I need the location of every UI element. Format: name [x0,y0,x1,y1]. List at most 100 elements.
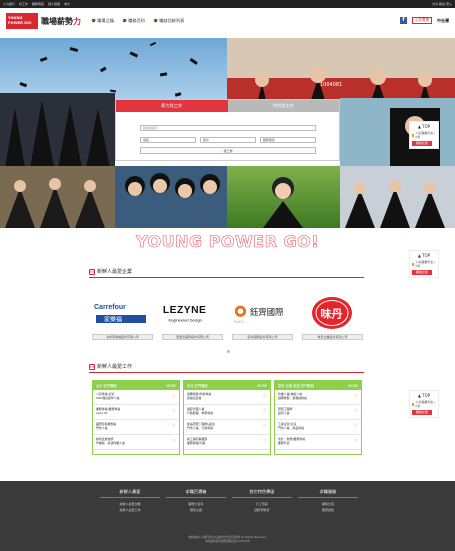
footer-link[interactable]: 國際博覽會 [232,507,292,513]
job-row[interactable]: 國際貿易業務員 門市人員 ☆ [93,420,179,435]
row-label: 人氣職業列表 | 0筆 [415,260,436,268]
job-title: 門市人員、行政專員 [187,426,214,430]
svg-text:鈺齊國際: 鈺齊國際 [250,307,284,317]
star-icon[interactable]: ☆ [172,392,176,402]
facebook-icon[interactable]: f [400,17,407,24]
more-link[interactable]: MORE [348,384,358,388]
job-title: 門市人員、產品專員 [278,426,305,430]
search-button[interactable]: 找工作 [140,147,316,154]
popular-jobs-row[interactable]: 人氣職業列表 | 0筆 [412,131,436,139]
top-link[interactable]: 人力銀行 [3,2,15,6]
footer-link[interactable]: 職場之鑰 [166,507,226,513]
star-icon[interactable]: ☆ [172,407,176,417]
star-icon[interactable]: ☆ [354,392,358,402]
compare-button[interactable]: 職缺比較 [412,141,432,146]
star-icon[interactable]: ☆ [263,422,267,432]
company-button[interactable]: 味丹企業股份有限公司 [302,334,363,340]
nav-label: 職缺比較列表 [159,18,185,23]
job-row[interactable]: 產品研發工程師(品質) 門市人員、行政專員 ☆ [184,420,270,435]
more-link[interactable]: MORE [257,384,267,388]
job-row[interactable]: 員工福利事業部 業務助理/行銷 ☆ [184,435,270,450]
site-title-main: 職場薪勢 [41,16,73,26]
footer-column: 求職服務 職缺比較 履歷健檢 [298,489,358,513]
back-to-top-button[interactable]: ▲ TOP [412,124,436,129]
job-row[interactable]: 研發工程師 品管人員 ☆ [275,405,361,420]
top-link[interactable]: 徵人啟事 [48,2,60,6]
footer-column: 求職百寶箱 職務大百科 職場之鑰 [166,489,226,513]
gown-tag: 1004081 [320,82,342,88]
top-label: TOP [422,124,431,129]
tab-special-jobs[interactable]: 特別找工作 [227,100,339,112]
svg-text:Tophill Co.: Tophill Co. [234,321,245,323]
copyright-line: 本站建議使用瀏覽器解析度1024x768 [205,540,250,543]
job-row[interactable]: 業務專員/業務專員 Lead 02 ☆ [93,405,179,420]
footer-link[interactable]: 履歷健檢 [298,507,358,513]
star-icon[interactable]: ☆ [354,422,358,432]
star-icon[interactable]: ☆ [354,437,358,447]
company-button[interactable]: 里奧德國際股份有限公司 [162,334,223,340]
back-to-top-button[interactable]: ▲ TOP [412,393,436,398]
site-title: 職場薪勢力 [41,16,81,27]
section-title-text: 新鮮人最愛企業 [97,269,133,275]
compare-button[interactable]: 職缺比較 [412,410,432,415]
job-row[interactable]: 會計、財務/業務專員 業務代表 ☆ [275,435,361,450]
tab-search-jobs[interactable]: 薪力找工作 [116,100,228,112]
star-icon[interactable]: ☆ [263,407,267,417]
svg-text:味丹: 味丹 [321,307,343,321]
footer-heading: 其它特色專區 [232,489,292,498]
top-label: TOP [422,253,431,258]
company-logo-tophill[interactable]: 鈺齊國際 Tophill Co. [232,295,292,333]
job-row[interactable]: 工廠主管/主任 門市人員、產品專員 ☆ [275,420,361,435]
region-select[interactable]: 地區 [140,137,196,143]
job-row[interactable]: 儲備幹部/外勤專員 倉儲出貨員 ☆ [184,390,270,405]
company-button[interactable]: 法商家樂福股份有限公司 [92,334,153,340]
site-header: YOUNG POWER GO! 職場薪勢力 🎓職場之鑰 🎓職務百科 🎓職缺比較列… [0,8,455,34]
more-link[interactable]: MORE [166,384,176,388]
job-row[interactable]: 人資專員/主管 CNC機台操作人員 ☆ [93,390,179,405]
nav-item-encyclopedia[interactable]: 🎓職務百科 [122,18,145,24]
compare-button[interactable]: 職缺比較 [412,270,432,275]
job-title: 業務助理/行銷 [187,441,206,445]
carousel-dot[interactable] [227,350,230,353]
search-tabs: 薪力找工作 特別找工作 [116,100,339,112]
top-link[interactable]: 好工作 [19,2,28,6]
category-select[interactable]: 職務類別 [260,137,316,143]
back-to-top-button[interactable]: ▲ TOP [412,253,436,258]
companies-section-title: HI 新鮮人最愛企業 [89,268,132,275]
popular-jobs-row[interactable]: 人氣職業列表 | 0筆 [412,260,436,268]
nav-item-keys[interactable]: 🎓職場之鑰 [91,18,114,24]
section-divider [89,372,364,373]
company-logo-carrefour[interactable]: Carrefour 家樂福 [92,295,152,333]
top-right-links[interactable]: 分享 歡迎 登入 [432,2,452,6]
copyright: 本網站由人力銀行與公共電視中台灣共同製作 All Rights Reserved… [0,536,455,544]
salary-select[interactable]: 薪水 [200,137,256,143]
site-footer: 新鮮人最愛 新鮮人最愛企業 新鮮人最愛工作 求職百寶箱 職務大百科 職場之鑰 其… [0,481,455,551]
star-icon[interactable]: ☆ [172,437,176,447]
top-link[interactable]: 求才 [64,2,70,6]
svg-text:家樂福: 家樂福 [104,316,122,324]
company-logo-lezyne[interactable]: LEZYNE Engineered Design [161,295,221,333]
logo[interactable]: YOUNG POWER GO! [6,13,38,29]
star-icon[interactable]: ☆ [263,437,267,447]
job-row[interactable]: 儲存管理人員 行政助理、財務專員 ☆ [184,405,270,420]
company-button[interactable]: 鈺齊國際股份有限公司 [232,334,293,340]
job-row[interactable]: 線材生產技師 作業員、倉儲作業人員 ☆ [93,435,179,450]
nav-item-compare[interactable]: 🎓職缺比較列表 [153,18,184,24]
tv-badge[interactable]: 公共電視 [412,17,432,24]
job-column-title: 彰化·熱門職缺 [187,384,208,388]
main-nav: 🎓職場之鑰 🎓職務百科 🎓職缺比較列表 [91,18,184,24]
star-icon[interactable]: ☆ [172,422,176,432]
logo-line2: POWER GO! [8,21,32,25]
job-row[interactable]: 作業人員/技術人員 儲備幹部、製程技術員 ☆ [275,390,361,405]
footer-link[interactable]: 新鮮人最愛工作 [100,507,160,513]
star-icon[interactable]: ☆ [263,392,267,402]
graduation-cap-icon: 🎓 [91,18,97,23]
popular-jobs-row[interactable]: 人氣職業列表 | 0筆 [412,400,436,408]
top-links: 人力銀行 好工作 職務專區 徵人啟事 求才 [3,2,70,6]
top-link[interactable]: 職務專區 [32,2,44,6]
star-icon[interactable]: ☆ [354,407,358,417]
company-logo-weidan[interactable]: 味丹 [302,295,362,333]
job-title: 業務代表 [278,441,290,445]
star-icon [412,262,415,266]
search-input[interactable]: 職缺關鍵字 [140,125,316,131]
